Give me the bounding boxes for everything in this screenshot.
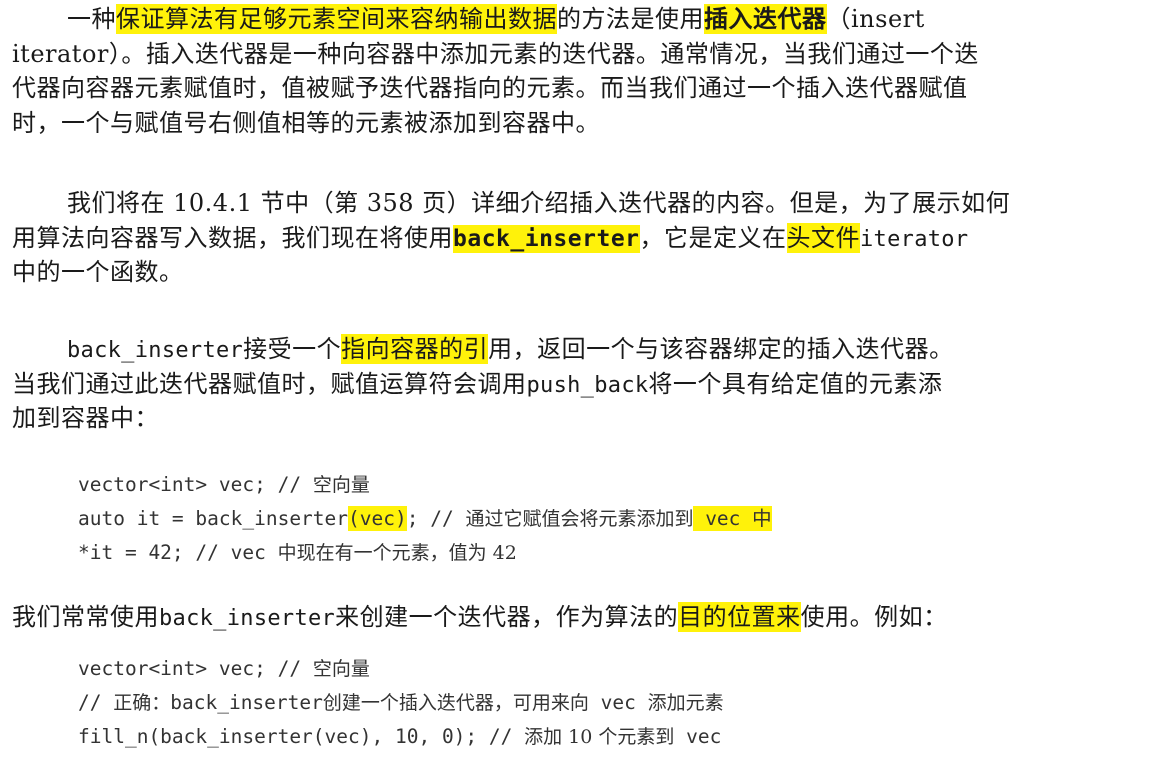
paragraph-line: iterator）。插入迭代器是一种向容器中添加元素的迭代器。通常情况，当我们通… — [12, 39, 979, 68]
paragraph-line: back_inserter接受一个指向容器的引用，返回一个与该容器绑定的插入迭代… — [12, 332, 1152, 367]
highlighted-text: 指向容器的引 — [341, 334, 489, 364]
term-insert-iterator: 插入迭代器 — [704, 4, 827, 34]
code-line: fill_n(back_inserter(vec), 10, 0); // 添加… — [78, 720, 724, 754]
paragraph-insert-iterator: 一种保证算法有足够元素空间来容纳输出数据的方法是使用插入迭代器（insert i… — [12, 2, 1152, 140]
code-text: *it = 42; // vec — [78, 541, 278, 564]
text-run: 一种 — [67, 5, 116, 33]
code-line: // 正确：back_inserter创建一个插入迭代器，可用来向 vec 添加… — [78, 686, 724, 720]
text-run: 当我们通过此迭代器赋值时，赋值运算符会调用 — [12, 369, 527, 398]
paragraph-line: 我们常常使用back_inserter来创建一个迭代器，作为算法的目的位置来使用… — [12, 600, 1152, 635]
text-run: （insert — [826, 5, 925, 33]
code-line: auto it = back_inserter(vec); // 通过它赋值会将… — [78, 502, 772, 536]
text-run: ，它是定义在 — [639, 223, 787, 252]
code-text: vector<int> vec; // — [78, 473, 313, 496]
code-block-1: vector<int> vec; // 空向量 auto it = back_i… — [78, 468, 772, 570]
term-back-inserter: back_inserter — [453, 224, 640, 253]
paragraph-back-inserter-intro: 我们将在 10.4.1 节中（第 358 页）详细介绍插入迭代器的内容。但是，为… — [12, 186, 1152, 290]
inline-code: back_inserter — [159, 606, 336, 631]
code-text: fill_n(back_inserter(vec), 10, 0); // — [78, 725, 525, 748]
code-comment: 添加元素 — [647, 692, 724, 714]
code-comment: 正确： — [113, 692, 171, 714]
code-line: vector<int> vec; // 空向量 — [78, 652, 724, 686]
code-line: vector<int> vec; // 空向量 — [78, 468, 772, 502]
inline-code: push_back — [526, 372, 649, 398]
code-text: vector<int> vec; // — [78, 657, 313, 680]
text-run: 用，返回一个与该容器绑定的插入迭代器。 — [488, 335, 954, 363]
text-run: 接受一个 — [243, 335, 342, 363]
code-comment: 中现在有一个元素，值为 42 — [277, 542, 517, 564]
highlighted-text: 头文件 — [786, 222, 861, 253]
book-page: 一种保证算法有足够元素空间来容纳输出数据的方法是使用插入迭代器（insert i… — [0, 0, 1167, 769]
code-comment: 通过它赋值会将元素添加到 — [465, 508, 694, 530]
code-comment: 创建一个插入迭代器，可用来向 — [322, 692, 589, 714]
paragraph-line: 加到容器中： — [12, 404, 159, 432]
code-text: vec — [588, 691, 648, 714]
highlighted-code: vec 中 — [693, 506, 772, 531]
header-name: iterator — [860, 226, 969, 252]
paragraph-line: 代器向容器元素赋值时，值被赋予迭代器指向的元素。而当我们通过一个插入迭代器赋值 — [12, 74, 968, 102]
code-text: // — [78, 691, 114, 714]
code-text: ; // — [406, 507, 466, 530]
highlighted-text: 目的位置来 — [678, 602, 801, 632]
text-run: 用算法向容器写入数据，我们现在将使用 — [12, 223, 453, 252]
code-text: vec — [674, 725, 722, 748]
highlighted-code: (vec) — [348, 506, 407, 531]
paragraph-line: 一种保证算法有足够元素空间来容纳输出数据的方法是使用插入迭代器（insert — [12, 2, 1152, 37]
inline-code: back_inserter — [67, 338, 244, 363]
paragraph-line: 时，一个与赋值号右侧值相等的元素被添加到容器中。 — [12, 108, 600, 137]
code-text: auto it = back_inserter — [78, 507, 349, 530]
text-run: 使用。例如： — [800, 603, 948, 631]
text-run: 我们常常使用 — [12, 603, 159, 631]
code-line: *it = 42; // vec 中现在有一个元素，值为 42 — [78, 536, 772, 570]
paragraph-line: 我们将在 10.4.1 节中（第 358 页）详细介绍插入迭代器的内容。但是，为… — [67, 189, 1011, 217]
highlighted-text: 保证算法有足够元素空间来容纳输出数据 — [116, 4, 557, 34]
text-run: 将一个具有给定值的元素添 — [648, 369, 943, 398]
code-comment: 添加 10 个元素到 — [524, 726, 675, 748]
paragraph-back-inserter-behavior: back_inserter接受一个指向容器的引用，返回一个与该容器绑定的插入迭代… — [12, 332, 1152, 436]
text-run: 来创建一个迭代器，作为算法的 — [335, 603, 679, 631]
code-text: back_inserter — [170, 691, 323, 714]
paragraph-destination-usage: 我们常常使用back_inserter来创建一个迭代器，作为算法的目的位置来使用… — [12, 600, 1152, 635]
code-block-2: vector<int> vec; // 空向量 // 正确：back_inser… — [78, 652, 724, 754]
paragraph-line: 中的一个函数。 — [12, 258, 184, 286]
text-run: 的方法是使用 — [557, 5, 704, 33]
paragraph-line: 当我们通过此迭代器赋值时，赋值运算符会调用push_back将一个具有给定值的元… — [12, 367, 1152, 402]
code-comment: 空向量 — [312, 658, 370, 680]
code-comment: 空向量 — [312, 474, 370, 496]
paragraph-line: 用算法向容器写入数据，我们现在将使用back_inserter，它是定义在头文件… — [12, 221, 1152, 256]
